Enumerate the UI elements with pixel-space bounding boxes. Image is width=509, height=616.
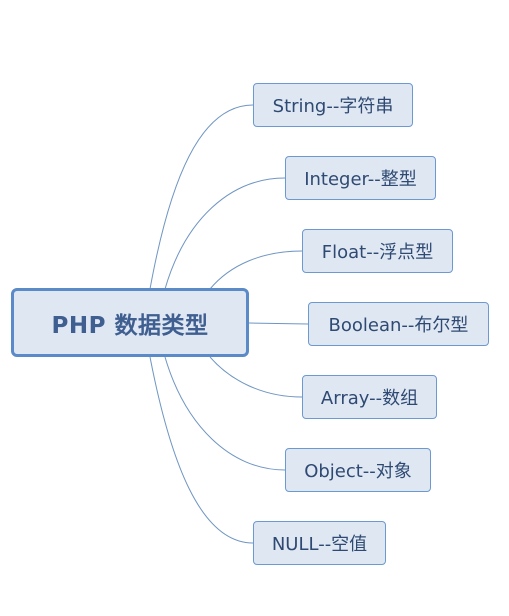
connector-string — [149, 104, 254, 290]
connector-float — [209, 250, 303, 290]
root-node-label: PHP 数据类型 — [51, 312, 209, 339]
node-float-label: Float--浮点型 — [321, 242, 434, 263]
connector-boolean — [248, 322, 309, 325]
node-boolean-label: Boolean--布尔型 — [328, 315, 469, 336]
node-object[interactable]: Object--对象 — [285, 448, 431, 492]
root-node-php-data-types[interactable]: PHP 数据类型 — [11, 288, 249, 357]
connector-null — [149, 356, 254, 544]
connector-integer — [164, 177, 286, 290]
node-array[interactable]: Array--数组 — [302, 375, 437, 419]
node-null-label: NULL--空值 — [271, 534, 368, 555]
connector-array — [209, 356, 303, 398]
node-null[interactable]: NULL--空值 — [253, 521, 386, 565]
connector-object — [164, 356, 286, 471]
node-integer[interactable]: Integer--整型 — [285, 156, 436, 200]
node-string[interactable]: String--字符串 — [253, 83, 413, 127]
node-float[interactable]: Float--浮点型 — [302, 229, 453, 273]
node-array-label: Array--数组 — [320, 388, 419, 409]
node-boolean[interactable]: Boolean--布尔型 — [308, 302, 489, 346]
node-integer-label: Integer--整型 — [304, 169, 417, 190]
node-string-label: String--字符串 — [272, 96, 394, 117]
node-object-label: Object--对象 — [304, 461, 412, 482]
